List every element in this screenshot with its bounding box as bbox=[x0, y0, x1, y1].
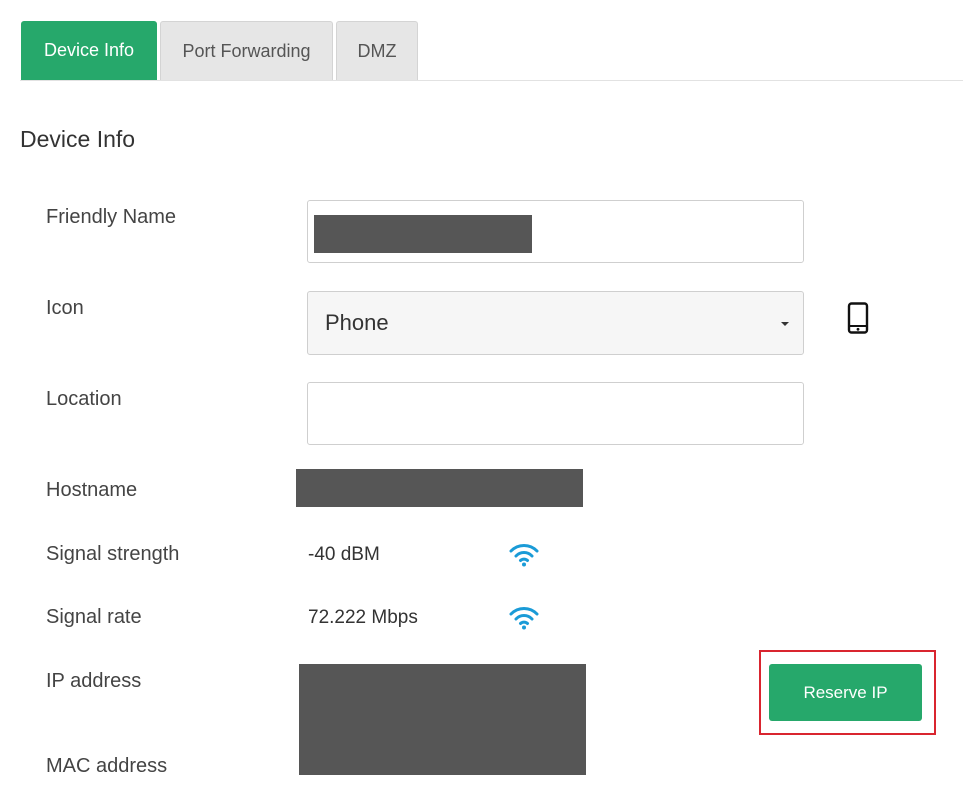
friendly-name-label: Friendly Name bbox=[46, 206, 177, 228]
reserve-ip-button[interactable]: Reserve IP bbox=[769, 664, 922, 721]
icon-select-value: Phone bbox=[325, 310, 389, 335]
chevron-down-icon bbox=[781, 322, 789, 326]
smartphone-icon bbox=[847, 302, 869, 334]
tab-dmz[interactable]: DMZ bbox=[336, 21, 418, 80]
tab-device-info[interactable]: Device Info bbox=[21, 21, 157, 80]
mac-address-label: MAC address bbox=[46, 755, 168, 777]
tabs-divider bbox=[20, 80, 963, 81]
page-title: Device Info bbox=[20, 126, 136, 152]
ip-address-label: IP address bbox=[46, 670, 142, 692]
location-label: Location bbox=[46, 388, 122, 410]
signal-strength-label: Signal strength bbox=[46, 543, 180, 565]
icon-label: Icon bbox=[46, 297, 84, 319]
ip-mac-redacted bbox=[299, 664, 586, 775]
wifi-icon bbox=[509, 607, 539, 630]
redacted-value bbox=[314, 215, 532, 253]
signal-strength-value: -40 dBM bbox=[308, 544, 380, 565]
tab-port-forwarding[interactable]: Port Forwarding bbox=[160, 21, 333, 80]
wifi-icon bbox=[509, 544, 539, 567]
friendly-name-field[interactable] bbox=[307, 200, 804, 263]
location-field[interactable] bbox=[307, 382, 804, 445]
hostname-label: Hostname bbox=[46, 479, 138, 501]
icon-select[interactable]: Phone bbox=[307, 291, 804, 355]
signal-rate-value: 72.222 Mbps bbox=[308, 607, 418, 628]
hostname-redacted bbox=[296, 469, 583, 507]
signal-rate-label: Signal rate bbox=[46, 606, 142, 628]
